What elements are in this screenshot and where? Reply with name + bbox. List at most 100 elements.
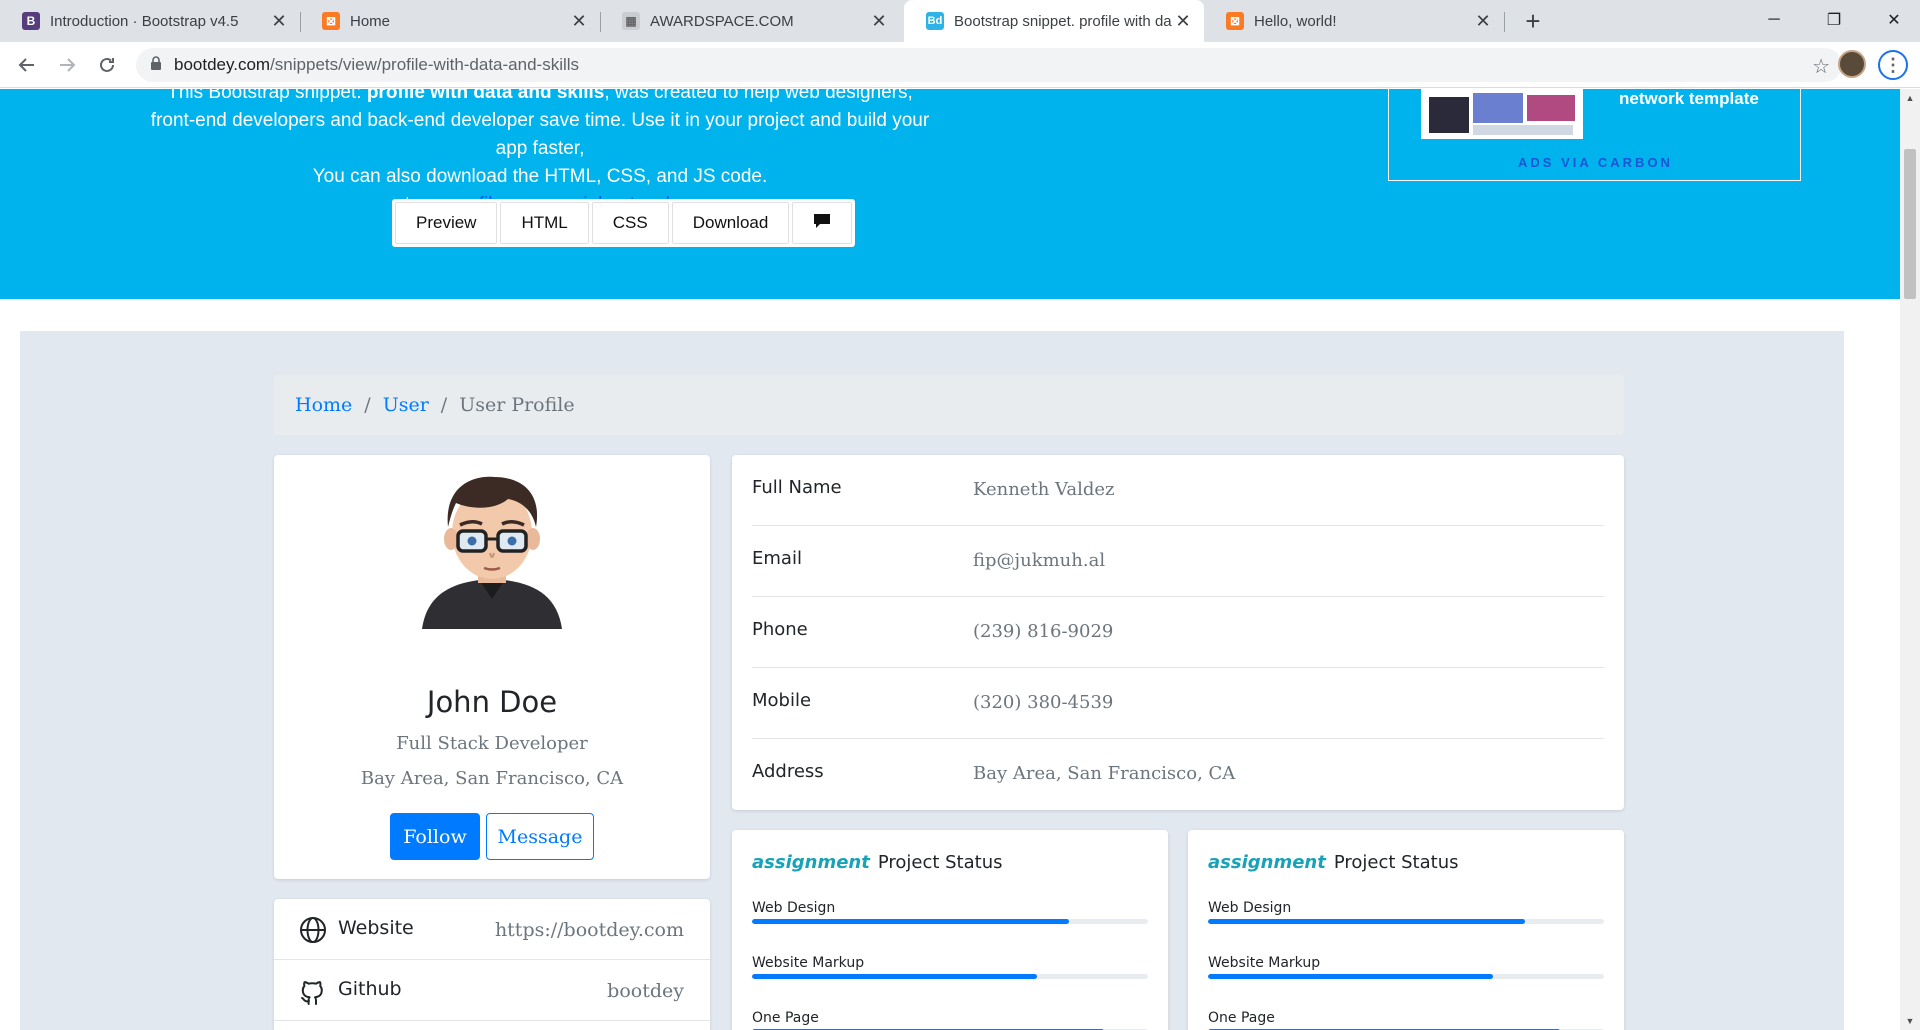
- css-button[interactable]: CSS: [591, 202, 669, 244]
- profile-card: John Doe Full Stack Developer Bay Area, …: [274, 455, 710, 879]
- user-details-card: Full Name Kenneth Valdez Email fip@jukmu…: [732, 455, 1624, 810]
- message-button[interactable]: Message: [486, 813, 594, 860]
- profile-name: John Doe: [426, 685, 558, 719]
- restore-icon[interactable]: ❐: [1804, 0, 1864, 40]
- new-tab-plus-icon[interactable]: +: [1518, 6, 1548, 36]
- profile-role: Full Stack Developer: [396, 733, 588, 754]
- progress-label: Website Markup: [752, 955, 865, 971]
- snippet-hero: This Bootstrap snippet: profile with dat…: [0, 89, 1900, 299]
- close-icon[interactable]: ✕: [870, 11, 888, 32]
- ad-text[interactable]: network template: [1619, 89, 1759, 109]
- tab-strip: B Introduction · Bootstrap v4.5 ✕ ⊠ Home…: [0, 0, 1920, 42]
- page-scrollbar[interactable]: ▲ ▼: [1900, 89, 1920, 1030]
- progress-fill: [1208, 974, 1494, 979]
- github-icon: [298, 976, 328, 1006]
- reload-icon[interactable]: [92, 50, 122, 80]
- hero-line1-end: , was created to help web designers,: [604, 89, 913, 103]
- github-value[interactable]: bootdey: [607, 980, 684, 1002]
- scroll-up-arrow-icon[interactable]: ▲: [1904, 93, 1916, 103]
- close-icon[interactable]: ✕: [270, 11, 288, 32]
- tab-hello-world[interactable]: ⊠ Hello, world! ✕: [1204, 0, 1504, 42]
- browser-toolbar: bootdey.com/snippets/view/profile-with-d…: [0, 42, 1920, 88]
- bootstrap-favicon-icon: B: [22, 12, 40, 30]
- list-item-website[interactable]: Website https://bootdey.com: [274, 899, 710, 960]
- progress-item: Website Markup: [752, 955, 1148, 979]
- address-bar[interactable]: bootdey.com/snippets/view/profile-with-d…: [136, 48, 1842, 82]
- list-item-github[interactable]: Github bootdey: [274, 960, 710, 1021]
- breadcrumb-user[interactable]: User: [383, 394, 429, 416]
- page-viewport: This Bootstrap snippet: profile with dat…: [0, 89, 1900, 1030]
- profile-section: Home / User / User Profile John Doe Full…: [20, 331, 1844, 1030]
- close-icon[interactable]: ✕: [1474, 11, 1492, 32]
- progress-label: Website Markup: [1208, 955, 1321, 971]
- bootdey-favicon-icon: Bd: [926, 12, 944, 30]
- close-icon[interactable]: ✕: [570, 11, 588, 32]
- detail-row-full-name: Full Name Kenneth Valdez: [752, 455, 1604, 526]
- comment-icon: [813, 213, 831, 234]
- detail-label: Full Name: [752, 477, 842, 498]
- browser-menu-icon[interactable]: ⋮: [1878, 50, 1908, 80]
- breadcrumb-separator: /: [364, 394, 371, 416]
- detail-row-email: Email fip@jukmuh.al: [752, 526, 1604, 597]
- tab-awardspace[interactable]: ▦ AWARDSPACE.COM ✕: [600, 0, 900, 42]
- detail-value: (320) 380-4539: [973, 692, 1114, 713]
- website-label: Website: [338, 917, 414, 939]
- progress-label: Web Design: [1208, 900, 1292, 916]
- scroll-down-arrow-icon[interactable]: ▼: [1904, 1016, 1916, 1026]
- website-value[interactable]: https://bootdey.com: [495, 919, 684, 941]
- forward-arrow-icon[interactable]: [52, 50, 82, 80]
- carbon-ad[interactable]: network template ADS VIA CARBON: [1388, 89, 1801, 181]
- detail-row-address: Address Bay Area, San Francisco, CA: [752, 739, 1604, 810]
- tab-title: AWARDSPACE.COM: [650, 12, 794, 30]
- preview-button[interactable]: Preview: [395, 202, 498, 244]
- progress-fill: [752, 974, 1038, 979]
- progress-label: One Page: [1208, 1010, 1275, 1026]
- breadcrumb-current: User Profile: [459, 394, 575, 416]
- page-favicon-icon: ▦: [622, 12, 640, 30]
- tab-separator: [1504, 12, 1505, 32]
- minimize-icon[interactable]: ─: [1744, 0, 1804, 40]
- comment-button[interactable]: [792, 202, 853, 244]
- tab-title: Home: [350, 12, 391, 30]
- ad-thumbnail[interactable]: [1421, 89, 1583, 139]
- back-arrow-icon[interactable]: [12, 50, 42, 80]
- project-status-title: Project Status: [877, 852, 1003, 873]
- bookmark-star-icon[interactable]: ☆: [1812, 54, 1830, 79]
- detail-row-mobile: Mobile (320) 380-4539: [752, 668, 1604, 739]
- detail-value: Bay Area, San Francisco, CA: [973, 763, 1236, 784]
- follow-button[interactable]: Follow: [390, 813, 480, 860]
- detail-label: Phone: [752, 619, 808, 640]
- breadcrumb-home[interactable]: Home: [295, 394, 352, 416]
- html-button[interactable]: HTML: [500, 202, 589, 244]
- avatar: [422, 469, 562, 629]
- project-status-heading: assignment Project Status: [752, 852, 1003, 873]
- detail-value: (239) 816-9029: [973, 621, 1114, 642]
- download-button[interactable]: Download: [671, 202, 790, 244]
- scrollbar-thumb[interactable]: [1904, 149, 1916, 299]
- globe-icon: [298, 915, 328, 945]
- window-close-icon[interactable]: ✕: [1864, 0, 1920, 40]
- progress-item: Website Markup: [1208, 955, 1604, 979]
- xampp-favicon-icon: ⊠: [322, 12, 340, 30]
- detail-label: Mobile: [752, 690, 812, 711]
- ads-via-carbon[interactable]: ADS VIA CARBON: [1389, 155, 1802, 170]
- progress-item: One Page: [1208, 1010, 1604, 1030]
- tab-bootdey-snippet[interactable]: Bd Bootstrap snippet. profile with da ✕: [904, 0, 1204, 42]
- progress-bar: [752, 974, 1148, 979]
- project-status-heading: assignment Project Status: [1208, 852, 1459, 873]
- breadcrumb-separator: /: [440, 394, 448, 416]
- browser-profile-avatar[interactable]: [1838, 50, 1866, 78]
- tab-bootstrap-intro[interactable]: B Introduction · Bootstrap v4.5 ✕: [0, 0, 300, 42]
- snippet-name: profile with data and skills: [366, 89, 605, 103]
- progress-fill: [1208, 919, 1525, 924]
- project-status-card: assignment Project Status Web Design Webs…: [732, 830, 1168, 1030]
- progress-item: Web Design: [1208, 900, 1604, 924]
- progress-bar: [752, 919, 1148, 924]
- tab-home[interactable]: ⊠ Home ✕: [300, 0, 600, 42]
- hero-line1: This Bootstrap snippet:: [167, 89, 367, 103]
- detail-row-phone: Phone (239) 816-9029: [752, 597, 1604, 668]
- breadcrumb: Home / User / User Profile: [274, 375, 1624, 435]
- lock-icon: [150, 55, 162, 75]
- social-links-card: Website https://bootdey.com Github bootd…: [274, 899, 710, 1030]
- close-icon[interactable]: ✕: [1174, 11, 1192, 32]
